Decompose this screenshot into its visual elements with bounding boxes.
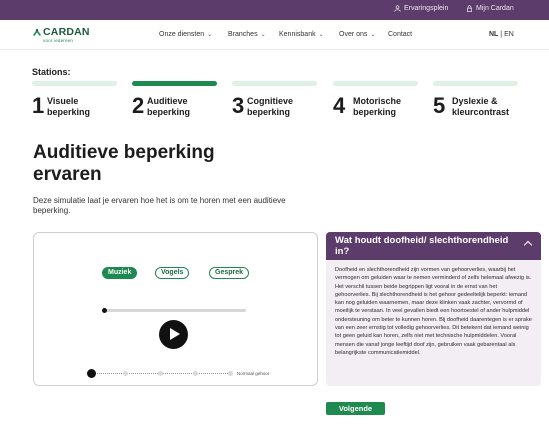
intro-text: Deze simulatie laat je ervaren hoe het i…	[33, 196, 286, 215]
chip-gesprek[interactable]: Gesprek	[209, 267, 250, 279]
station-number: 5	[433, 93, 446, 118]
station-progress-bar	[333, 81, 418, 86]
nav-label: Over ons	[339, 31, 368, 38]
stations-heading: Stations:	[32, 67, 71, 77]
next-button[interactable]: Volgende	[326, 402, 385, 415]
language-switcher: NL | EN	[489, 31, 514, 38]
info-accordion-header[interactable]: Wat houdt doofheid/ slechthorendheid in?	[326, 232, 541, 260]
slider-step[interactable]	[123, 371, 128, 376]
mijn-cardan-link[interactable]: Mijn Cardan	[466, 5, 514, 12]
slider-step[interactable]	[158, 371, 163, 376]
audio-simulation-player: Muziek Vogels Gesprek Normaal gehoor	[33, 232, 318, 386]
nav-item-branches[interactable]: Branches ⌄	[228, 31, 266, 38]
station-progress-bar	[433, 81, 518, 86]
station-label: Motorische beperking	[353, 96, 402, 117]
chevron-down-icon: ⌄	[260, 32, 266, 38]
chevron-down-icon: ⌄	[370, 32, 376, 38]
logo-name: CARDAN	[43, 26, 90, 38]
lang-nl[interactable]: NL	[489, 31, 498, 38]
station-1[interactable]: 1 Visuele beperking	[32, 81, 117, 117]
station-label: Visuele beperking	[47, 96, 91, 117]
page-title: Auditieve beperking ervaren	[33, 142, 215, 185]
station-label: Cognitieve beperking	[247, 96, 294, 117]
user-icon	[394, 5, 401, 12]
station-3[interactable]: 3 Cognitieve beperking	[232, 81, 317, 117]
slider-step[interactable]	[193, 371, 198, 376]
station-2[interactable]: 2 Auditieve beperking	[132, 81, 217, 117]
chip-muziek[interactable]: Muziek	[102, 267, 138, 279]
cardan-logo[interactable]: CARDAN voor iedereen	[32, 26, 92, 46]
station-5[interactable]: 5 Dyslexie & kleurcontrast	[433, 81, 518, 117]
nav-item-onze-diensten[interactable]: Onze diensten ⌄	[159, 31, 212, 38]
station-progress-bar	[32, 81, 117, 86]
station-progress-bar	[132, 81, 217, 86]
ervaringsplein-label: Ervaringsplein	[404, 5, 449, 12]
ervaringsplein-link[interactable]: Ervaringsplein	[394, 5, 448, 12]
chip-vogels[interactable]: Vogels	[155, 267, 190, 279]
hearing-level-label: Normaal gehoor	[237, 371, 270, 376]
slider-handle[interactable]	[87, 369, 96, 378]
station-4[interactable]: 4 Motorische beperking	[333, 81, 418, 117]
audio-progress-bar[interactable]	[102, 307, 246, 313]
nav-label: Branches	[228, 31, 258, 38]
station-label: Dyslexie & kleurcontrast	[452, 96, 510, 117]
logo-mark-icon	[33, 29, 41, 36]
mijn-cardan-label: Mijn Cardan	[476, 5, 514, 12]
site-header: CARDAN voor iedereen Onze diensten ⌄ Bran…	[0, 20, 549, 50]
slider-step[interactable]	[228, 371, 233, 376]
lock-icon	[467, 5, 472, 12]
lang-en[interactable]: EN	[504, 31, 514, 38]
chevron-down-icon: ⌄	[318, 32, 324, 38]
nav-item-contact[interactable]: Contact	[388, 31, 412, 38]
nav-label: Onze diensten	[159, 31, 205, 38]
info-accordion-body: Doofheid en slechthorendheid zijn vormen…	[326, 260, 541, 386]
nav-item-over-ons[interactable]: Over ons ⌄	[339, 31, 375, 38]
utility-bar: Ervaringsplein Mijn Cardan	[0, 0, 549, 20]
play-button[interactable]	[159, 320, 188, 349]
logo-tagline: voor iedereen	[43, 38, 74, 43]
station-number: 3	[232, 93, 245, 118]
station-label: Auditieve beperking	[147, 96, 191, 117]
station-number: 4	[333, 93, 346, 118]
progress-knob[interactable]	[102, 307, 107, 313]
station-number: 1	[32, 93, 45, 118]
chevron-down-icon: ⌄	[207, 32, 213, 38]
lang-separator: |	[500, 31, 503, 38]
hearing-level-slider[interactable]	[87, 369, 233, 378]
station-number: 2	[132, 93, 145, 118]
station-progress-bar	[232, 81, 317, 86]
accordion-text: Doofheid en slechthorendheid zijn vormen…	[335, 267, 532, 356]
nav-label: Contact	[388, 31, 413, 38]
nav-label: Kennisbank	[279, 31, 316, 38]
accordion-title: Wat houdt doofheid/ slechthorendheid in?	[335, 235, 509, 257]
chevron-up-icon	[523, 240, 533, 250]
nav-item-kennisbank[interactable]: Kennisbank ⌄	[279, 31, 324, 38]
